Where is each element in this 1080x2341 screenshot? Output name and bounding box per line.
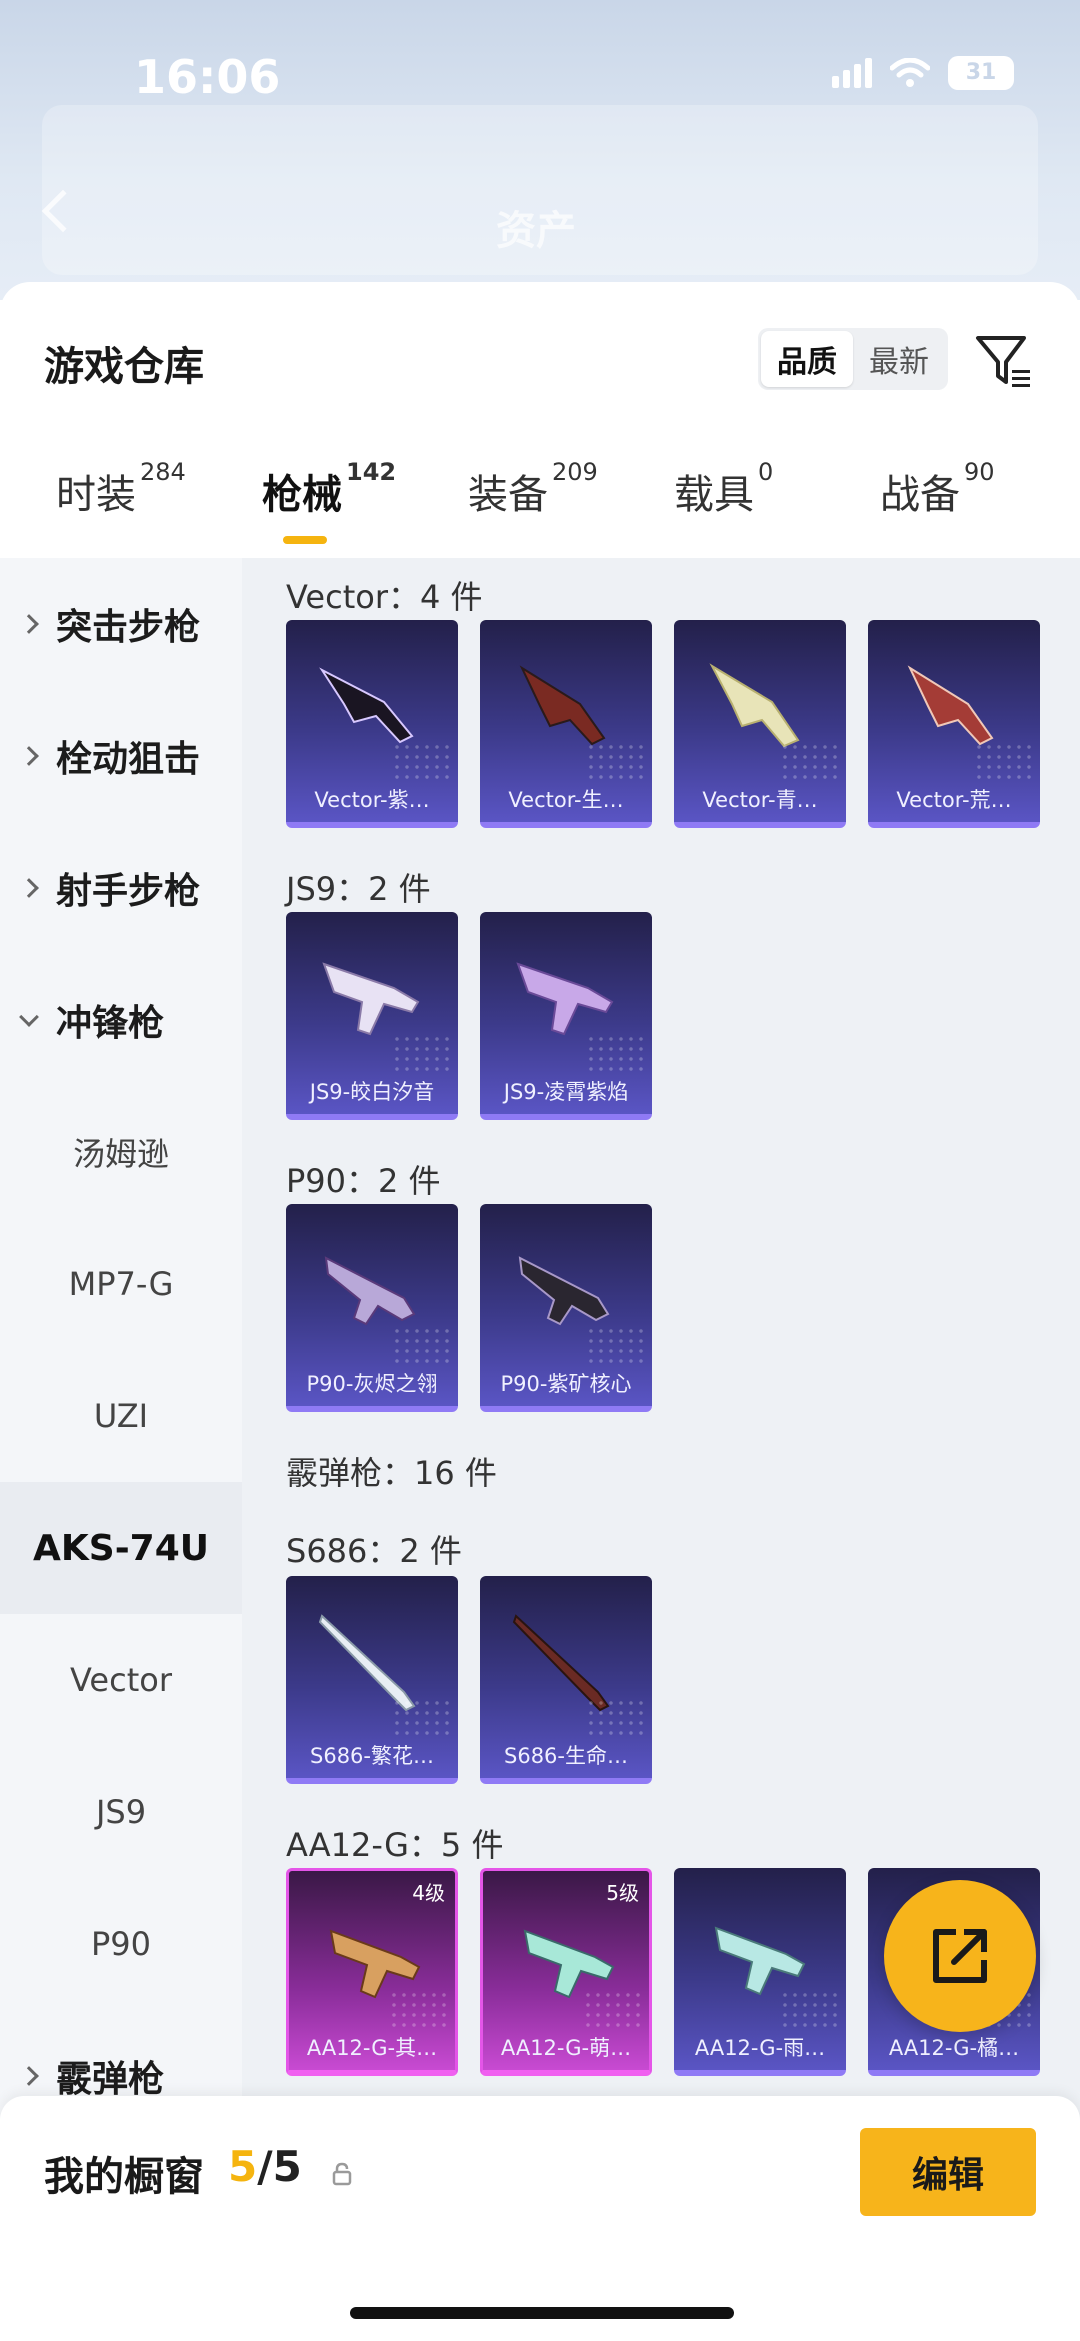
tab-equipment[interactable]: 装备 209 <box>468 458 598 542</box>
subcategory-p90[interactable]: P90 <box>0 1878 242 2010</box>
weapon-name: Vector-紫… <box>314 788 430 812</box>
weapon-list: Vector：4 件 Vector-紫… Vector-生… Vector-青…… <box>242 558 1080 2341</box>
share-icon <box>933 1929 987 1983</box>
wifi-icon <box>890 58 930 87</box>
filter-icon[interactable] <box>974 332 1034 392</box>
weapon-card[interactable]: Vector-生… <box>480 620 652 828</box>
subcategory-mp7g[interactable]: MP7-G <box>0 1218 242 1350</box>
weapon-card[interactable]: AA12-G-雨… <box>674 1868 846 2076</box>
category-rail: 突击步枪 栓动狙击 射手步枪 冲锋枪 汤姆逊 MP7-G UZI AKS-74U… <box>0 558 242 2341</box>
weapon-card[interactable]: JS9-凌霄紫焰 <box>480 912 652 1120</box>
group-title-s686: S686：2 件 <box>286 1532 462 1570</box>
tab-supplies[interactable]: 战备 90 <box>880 458 995 542</box>
battery-icon: 31 <box>948 56 1014 90</box>
tab-weapons[interactable]: 枪械 142 <box>262 458 396 542</box>
tab-fashion[interactable]: 时装 284 <box>56 458 186 542</box>
weapon-name: JS9-凌霄紫焰 <box>503 1080 629 1104</box>
group-title-p90: P90：2 件 <box>286 1162 441 1200</box>
chevron-right-icon <box>19 2066 39 2086</box>
group-title-shotgun: 霰弹枪：16 件 <box>286 1454 497 1492</box>
weapon-name: AA12-G-萌… <box>500 2036 632 2060</box>
weapon-name: S686-生命… <box>504 1744 628 1768</box>
header-title: 资产 <box>496 208 576 254</box>
chevron-right-icon <box>19 614 39 634</box>
subcategory-thompson[interactable]: 汤姆逊 <box>0 1086 242 1218</box>
chevron-right-icon <box>19 878 39 898</box>
group-title-js9: JS9：2 件 <box>286 870 431 908</box>
weapon-card[interactable]: 4级 AA12-G-其… <box>286 1868 458 2076</box>
weapon-name: Vector-生… <box>508 788 624 812</box>
showcase-count: 5/5 <box>228 2142 302 2191</box>
weapon-name: P90-灰烬之翎 <box>306 1372 438 1396</box>
weapon-card[interactable]: S686-繁花… <box>286 1576 458 1784</box>
weapon-card[interactable]: Vector-荒… <box>868 620 1040 828</box>
signal-icon <box>832 58 872 88</box>
category-tabs: 时装 284 枪械 142 装备 209 载具 0 战备 90 <box>0 458 1080 542</box>
status-bar: 16:06 31 <box>0 40 1080 110</box>
showcase-bar: 我的橱窗 5/5 编辑 <box>0 2096 1080 2341</box>
category-smg[interactable]: 冲锋枪 <box>0 954 242 1086</box>
weapon-card[interactable]: P90-紫矿核心 <box>480 1204 652 1412</box>
home-indicator <box>350 2307 734 2319</box>
weapon-card[interactable]: Vector-青… <box>674 620 846 828</box>
weapon-name: S686-繁花… <box>310 1744 434 1768</box>
subcategory-js9[interactable]: JS9 <box>0 1746 242 1878</box>
weapon-name: JS9-皎白汐音 <box>309 1080 435 1104</box>
category-bolt-sniper[interactable]: 栓动狙击 <box>0 690 242 822</box>
weapon-name: Vector-青… <box>702 788 818 812</box>
weapon-card[interactable]: 5级 AA12-G-萌… <box>480 1868 652 2076</box>
sort-newest[interactable]: 最新 <box>853 331 945 387</box>
weapon-name: Vector-荒… <box>896 788 1012 812</box>
sheet-title: 游戏仓库 <box>44 344 204 390</box>
edit-button[interactable]: 编辑 <box>860 2128 1036 2216</box>
category-assault-rifle[interactable]: 突击步枪 <box>0 558 242 690</box>
showcase-label: 我的橱窗 <box>44 2154 204 2200</box>
subcategory-uzi[interactable]: UZI <box>0 1350 242 1482</box>
status-time: 16:06 <box>134 50 281 104</box>
weapon-card[interactable]: P90-灰烬之翎 <box>286 1204 458 1412</box>
weapon-card[interactable]: S686-生命… <box>480 1576 652 1784</box>
subcategory-aks74u[interactable]: AKS-74U <box>0 1482 242 1614</box>
subcategory-vector[interactable]: Vector <box>0 1614 242 1746</box>
weapon-card[interactable]: JS9-皎白汐音 <box>286 912 458 1120</box>
warehouse-sheet: 游戏仓库 品质 最新 时装 284 枪械 142 装备 209 载具 0 战备 90 突击… <box>0 282 1080 2341</box>
active-tab-indicator <box>283 536 327 544</box>
category-marksman-rifle[interactable]: 射手步枪 <box>0 822 242 954</box>
weapon-card[interactable]: Vector-紫… <box>286 620 458 828</box>
weapon-name: AA12-G-雨… <box>694 2036 826 2060</box>
sort-toggle: 品质 最新 <box>758 328 948 390</box>
weapon-name: AA12-G-橘… <box>888 2036 1020 2060</box>
group-title-aa12: AA12-G：5 件 <box>286 1826 504 1864</box>
share-button[interactable] <box>884 1880 1036 2032</box>
weapon-name: P90-紫矿核心 <box>500 1372 632 1396</box>
weapon-name: AA12-G-其… <box>306 2036 438 2060</box>
tab-vehicles[interactable]: 载具 0 <box>674 458 773 542</box>
lock-icon <box>332 2162 352 2186</box>
chevron-right-icon <box>19 746 39 766</box>
sort-quality[interactable]: 品质 <box>761 331 853 387</box>
group-title-vector: Vector：4 件 <box>286 578 483 616</box>
chevron-down-icon <box>19 1007 39 1027</box>
